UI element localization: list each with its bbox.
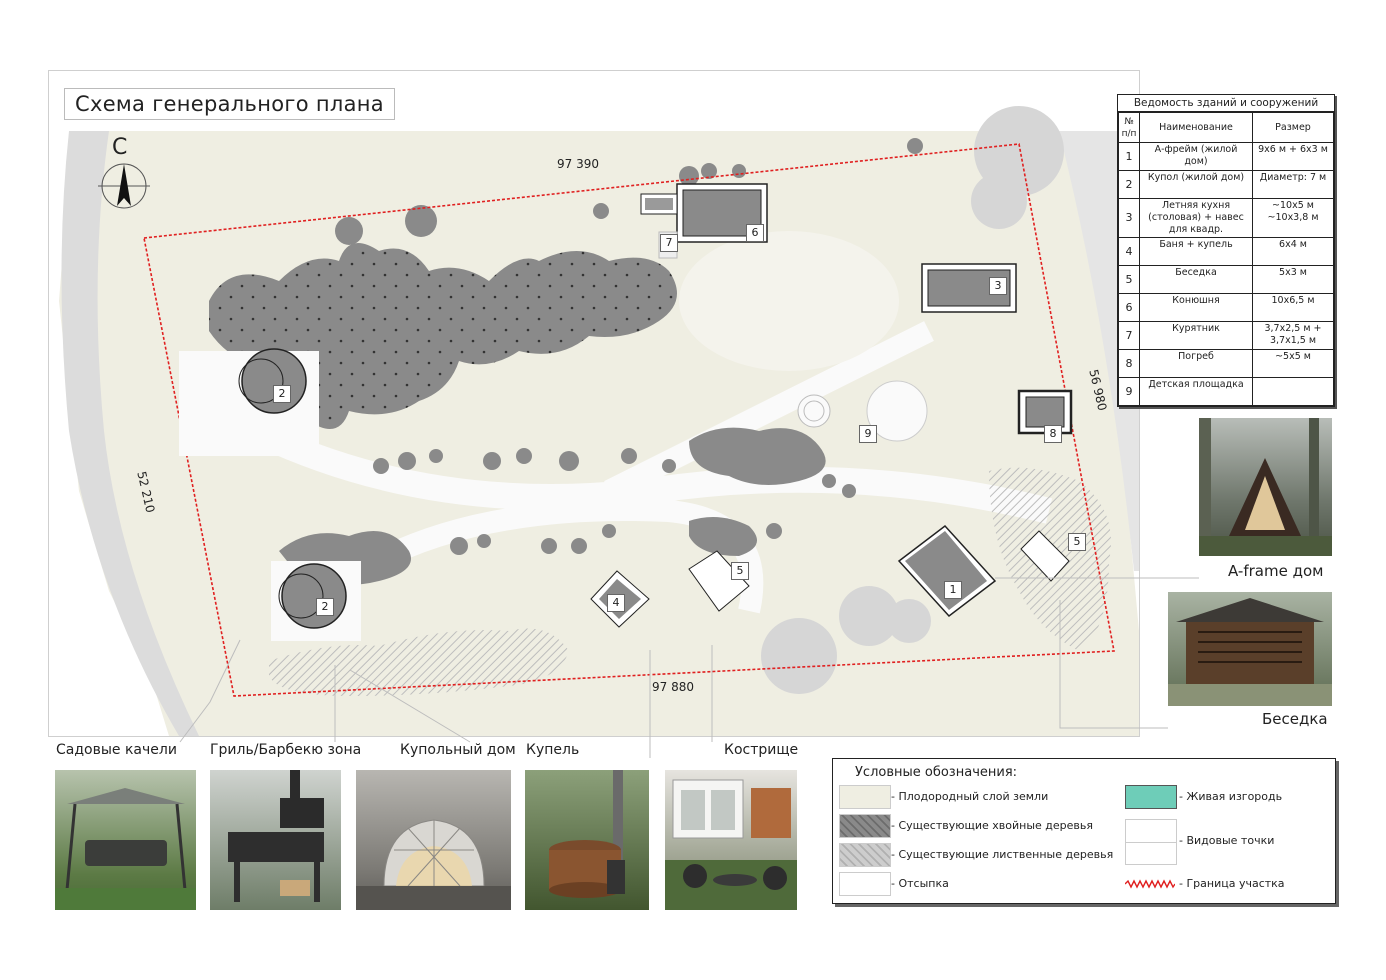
legend-swatch-boundary (1125, 879, 1175, 889)
legend: Условные обозначения: - Плодородный слой… (832, 758, 1336, 904)
legend-label-gravel: - Отсыпка (891, 877, 949, 890)
legend-label-soil: - Плодородный слой земли (891, 790, 1049, 803)
legend-label-viewpoints: - Видовые точки (1179, 834, 1275, 847)
legend-label-deciduous: - Существующие лиственные деревья (891, 848, 1114, 861)
legend-label-conifer: - Существующие хвойные деревья (891, 819, 1093, 832)
legend-swatch-viewpoints (1125, 819, 1177, 865)
legend-swatch-hedge (1125, 785, 1177, 809)
legend-title: Условные обозначения: (855, 765, 1018, 780)
legend-swatch-conifer (839, 814, 891, 838)
legend-swatch-gravel (839, 872, 891, 896)
legend-swatch-deciduous (839, 843, 891, 867)
legend-label-hedge: - Живая изгородь (1179, 790, 1283, 803)
legend-label-boundary: - Граница участка (1179, 877, 1285, 890)
legend-swatch-soil (839, 785, 891, 809)
